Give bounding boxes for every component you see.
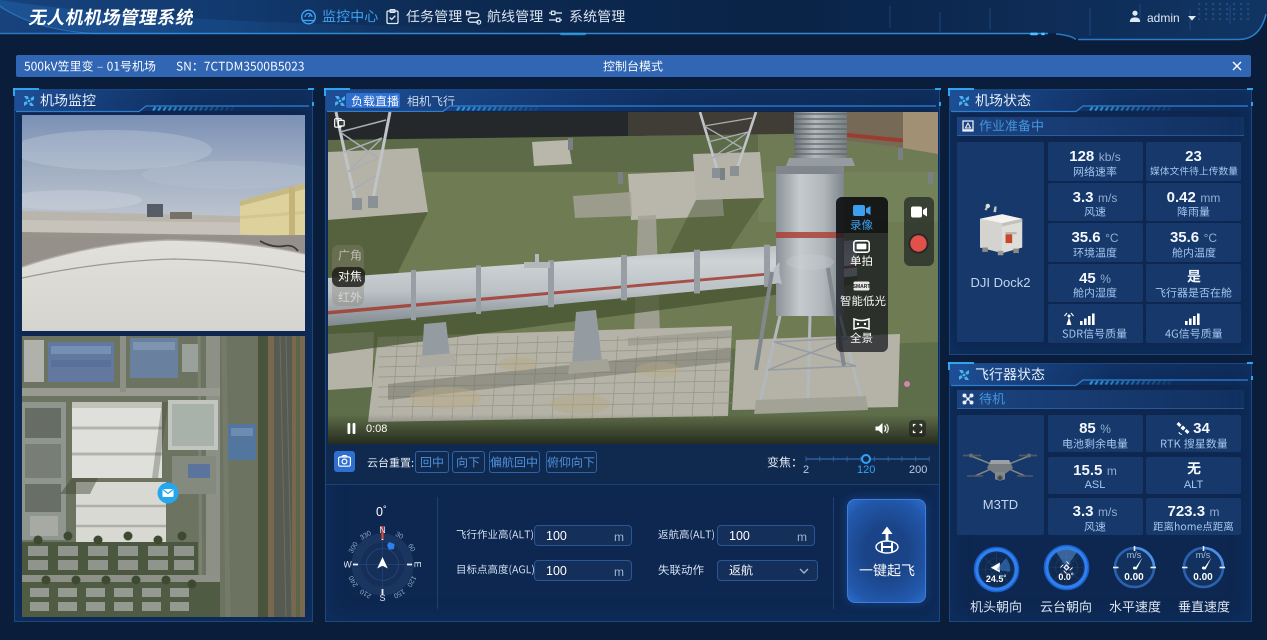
svg-text:W: W bbox=[344, 560, 352, 570]
svg-text:E: E bbox=[413, 561, 422, 567]
svg-text:N: N bbox=[379, 526, 386, 535]
svg-text:SMART: SMART bbox=[853, 284, 870, 290]
svg-text:S: S bbox=[379, 593, 385, 603]
